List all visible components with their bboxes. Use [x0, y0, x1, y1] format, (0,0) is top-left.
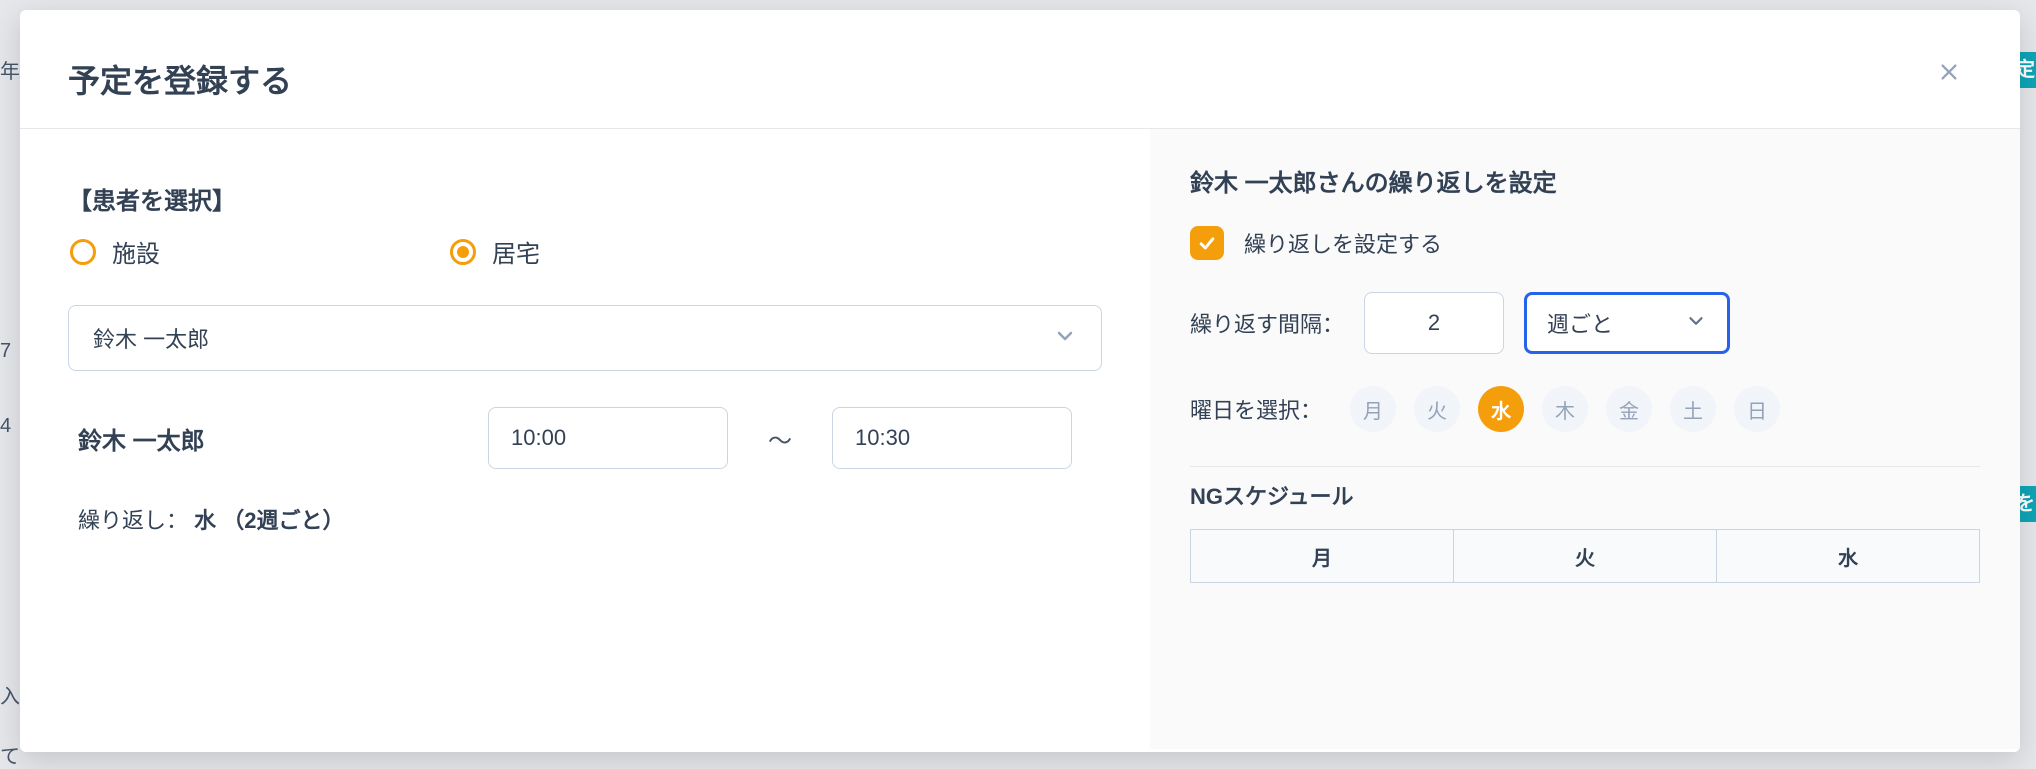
interval-input[interactable]: [1364, 292, 1504, 354]
check-icon: [1197, 233, 1217, 253]
day-thu[interactable]: 木: [1542, 386, 1588, 432]
register-schedule-modal: 予定を登録する 【患者を選択】 施設 居宅: [20, 10, 2020, 752]
modal-title: 予定を登録する: [68, 56, 292, 102]
radio-icon: [70, 239, 96, 265]
day-tue[interactable]: 火: [1414, 386, 1460, 432]
interval-unit-select[interactable]: 週ごと: [1524, 292, 1730, 354]
radio-icon: [450, 239, 476, 265]
chevron-down-icon: [1685, 310, 1707, 337]
ng-header-tue: 火: [1454, 530, 1717, 582]
patient-select-label: 【患者を選択】: [68, 181, 1102, 216]
ng-schedule-title: NGスケジュール: [1190, 479, 1980, 511]
recurrence-title: 鈴木 一太郎さんの繰り返しを設定: [1190, 163, 1980, 198]
bg-char: 入: [0, 680, 20, 709]
ng-schedule-table: 月 火 水: [1190, 529, 1980, 583]
bg-char: て: [0, 740, 20, 769]
patient-select[interactable]: 鈴木 一太郎: [68, 305, 1102, 371]
day-mon[interactable]: 月: [1350, 386, 1396, 432]
patient-select-value: 鈴木 一太郎: [93, 322, 209, 354]
day-wed[interactable]: 水: [1478, 386, 1524, 432]
ng-header-mon: 月: [1191, 530, 1454, 582]
recurrence-checkbox[interactable]: [1190, 226, 1224, 260]
divider: [1190, 466, 1980, 467]
end-time-input[interactable]: 10:30: [832, 407, 1072, 469]
close-icon: [1938, 61, 1960, 83]
repeat-summary: 繰り返し： 水 （2週ごと）: [68, 503, 1102, 535]
day-sun[interactable]: 日: [1734, 386, 1780, 432]
radio-facility[interactable]: 施設: [70, 234, 160, 269]
day-select-label: 曜日を選択：: [1190, 393, 1322, 425]
close-button[interactable]: [1934, 56, 1964, 92]
bg-char: 年: [0, 55, 20, 84]
radio-label: 居宅: [492, 234, 540, 269]
ng-header-wed: 水: [1717, 530, 1979, 582]
day-fri[interactable]: 金: [1606, 386, 1652, 432]
patient-name: 鈴木 一太郎: [78, 421, 448, 456]
bg-char: 7: [0, 340, 11, 363]
interval-unit-value: 週ごと: [1547, 307, 1613, 339]
bg-char: 4: [0, 415, 11, 438]
start-time-input[interactable]: 10:00: [488, 407, 728, 469]
radio-label: 施設: [112, 234, 160, 269]
day-sat[interactable]: 土: [1670, 386, 1716, 432]
time-separator: 〜: [768, 421, 792, 456]
recurrence-checkbox-label: 繰り返しを設定する: [1244, 227, 1442, 259]
interval-label: 繰り返す間隔：: [1190, 307, 1344, 339]
chevron-down-icon: [1053, 324, 1077, 353]
radio-home[interactable]: 居宅: [450, 234, 540, 269]
